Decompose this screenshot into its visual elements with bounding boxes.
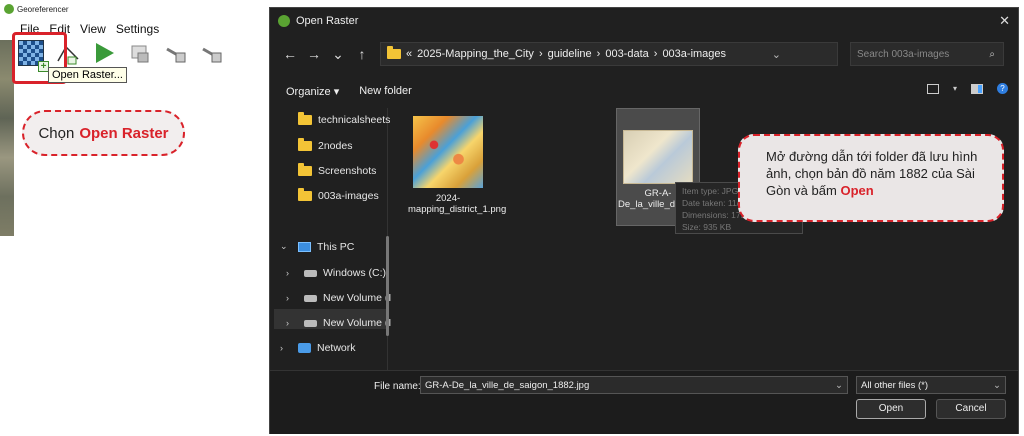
qgis-logo-icon <box>278 15 290 27</box>
callout-highlight: Open <box>840 183 874 198</box>
command-bar: Organize ▾ New folder ▾ ? <box>270 80 1018 102</box>
nav-label: New Volume (I <box>323 317 392 329</box>
help-icon[interactable]: ? <box>997 83 1008 94</box>
recent-locations-icon[interactable]: ⌄ <box>326 46 350 63</box>
breadcrumb-overflow[interactable]: « <box>406 48 412 60</box>
load-gcp-icon[interactable] <box>164 41 188 65</box>
breadcrumb-sep: › <box>538 48 543 60</box>
folder-icon <box>298 163 312 176</box>
file-name-label: File name: <box>374 381 421 392</box>
instruction-callout-left: Chọn Open Raster <box>22 110 185 156</box>
qgis-logo-icon <box>4 4 14 14</box>
nav-drive-c[interactable]: Windows (C:) <box>304 267 386 279</box>
chevron-down-icon[interactable]: ⌄ <box>280 241 288 252</box>
menu-settings[interactable]: Settings <box>116 22 159 36</box>
view-controls: ▾ ? <box>926 83 1008 94</box>
cancel-button[interactable]: Cancel <box>936 399 1006 419</box>
forward-arrow-icon[interactable]: → <box>302 46 326 62</box>
dialog-footer: File name: GR-A-De_la_ville_de_saigon_18… <box>270 370 1018 434</box>
view-mode-icon[interactable] <box>926 83 939 94</box>
drive-icon <box>304 319 317 327</box>
file-name: 2024-mapping_district_1.png <box>408 193 507 215</box>
window-title: Georeferencer <box>17 4 69 14</box>
folder-icon <box>298 188 312 201</box>
file-type-value: All other files (*) <box>861 379 929 391</box>
chevron-right-icon[interactable]: › <box>286 318 289 328</box>
search-input[interactable]: Search 003a-images ⌕ <box>850 42 1004 66</box>
chevron-down-icon[interactable]: ⌄ <box>993 380 1001 391</box>
breadcrumb-item[interactable]: 2025-Mapping_the_City <box>417 48 534 60</box>
menu-view[interactable]: View <box>80 22 106 36</box>
save-gcp-icon[interactable] <box>200 41 224 65</box>
nav-label: New Volume (I <box>323 292 392 304</box>
nav-folder-screenshots[interactable]: Screenshots <box>298 163 377 177</box>
organize-button[interactable]: Organize ▾ <box>286 85 339 98</box>
nav-scrollbar[interactable] <box>386 236 389 336</box>
folder-icon <box>387 46 401 59</box>
georeferencer-titlebar: Georeferencer <box>4 4 69 14</box>
chevron-right-icon[interactable]: › <box>286 293 289 303</box>
chevron-down-icon[interactable]: ⌄ <box>772 48 781 61</box>
search-icon: ⌕ <box>989 48 995 60</box>
nav-label: 003a-images <box>318 190 379 202</box>
breadcrumb-sep: › <box>596 48 601 60</box>
dialog-title: Open Raster <box>296 15 359 27</box>
georeferencer-panel: Georeferencer File Edit View Settings + … <box>0 0 243 236</box>
nav-label: 2nodes <box>318 140 353 152</box>
file-name-value: GR-A-De_la_ville_de_saigon_1882.jpg <box>425 379 590 391</box>
open-button[interactable]: Open <box>856 399 926 419</box>
breadcrumb-item[interactable]: 003a-images <box>662 48 726 60</box>
preview-pane-icon[interactable] <box>971 83 983 94</box>
callout-highlight: Open Raster <box>79 124 169 142</box>
navigation-pane: technicalsheets 2nodes Screenshots 003a-… <box>270 108 391 370</box>
computer-icon <box>298 242 311 252</box>
chevron-down-icon[interactable]: ▾ <box>953 84 957 93</box>
nav-new-volume-1[interactable]: New Volume (I <box>304 292 391 304</box>
new-folder-button[interactable]: New folder <box>359 85 412 97</box>
nav-folder-technicalsheets[interactable]: technicalsheets <box>298 112 391 126</box>
nav-label: Screenshots <box>318 165 377 177</box>
nav-label: This PC <box>317 241 355 253</box>
generate-gdal-script-icon[interactable] <box>128 41 152 65</box>
chevron-right-icon[interactable]: › <box>286 268 289 278</box>
file-thumbnail <box>623 130 693 184</box>
breadcrumb-item[interactable]: guideline <box>548 48 592 60</box>
breadcrumb-sep: › <box>653 48 658 60</box>
breadcrumb-item[interactable]: 003-data <box>605 48 648 60</box>
nav-network[interactable]: Network <box>298 342 356 354</box>
nav-label: Windows (C:) <box>323 267 387 279</box>
file-thumbnail <box>413 116 483 188</box>
drive-icon <box>304 269 317 277</box>
close-icon[interactable]: ✕ <box>999 13 1010 29</box>
folder-icon <box>298 138 312 151</box>
open-raster-dialog: Open Raster ✕ ← → ⌄ ↑ « 2025-Mapping_the… <box>269 7 1019 434</box>
nav-label: technicalsheets <box>318 114 391 126</box>
back-arrow-icon[interactable]: ← <box>278 46 302 62</box>
nav-this-pc[interactable]: This PC <box>298 241 354 253</box>
file-item[interactable]: 2024-mapping_district_1.png <box>408 116 506 215</box>
callout-prefix: Chọn <box>38 124 75 142</box>
drive-icon <box>304 294 317 302</box>
nav-label: Network <box>317 342 356 354</box>
navigation-row: ← → ⌄ ↑ « 2025-Mapping_the_City › guidel… <box>270 40 1018 68</box>
up-arrow-icon[interactable]: ↑ <box>350 46 374 62</box>
nav-folder-003a-images[interactable]: 003a-images <box>298 188 379 202</box>
search-placeholder: Search 003a-images <box>857 48 950 60</box>
file-name-input[interactable]: GR-A-De_la_ville_de_saigon_1882.jpg ⌄ <box>420 376 848 394</box>
play-icon[interactable] <box>92 41 116 65</box>
chevron-right-icon[interactable]: › <box>280 343 283 353</box>
nav-new-volume-2[interactable]: New Volume (I <box>304 317 391 329</box>
dialog-titlebar: Open Raster <box>270 8 1018 34</box>
network-icon <box>298 343 311 353</box>
chevron-down-icon[interactable]: ⌄ <box>835 380 843 391</box>
file-type-select[interactable]: All other files (*) ⌄ <box>856 376 1006 394</box>
address-bar[interactable]: « 2025-Mapping_the_City › guideline › 00… <box>380 42 863 66</box>
nav-folder-2nodes[interactable]: 2nodes <box>298 138 353 152</box>
folder-icon <box>298 112 312 125</box>
tooltip-size: Size: 935 KB <box>682 222 732 232</box>
instruction-callout-right: Mở đường dẫn tới folder đã lưu hình ảnh,… <box>738 134 1004 222</box>
open-raster-tooltip: Open Raster... <box>48 67 127 83</box>
